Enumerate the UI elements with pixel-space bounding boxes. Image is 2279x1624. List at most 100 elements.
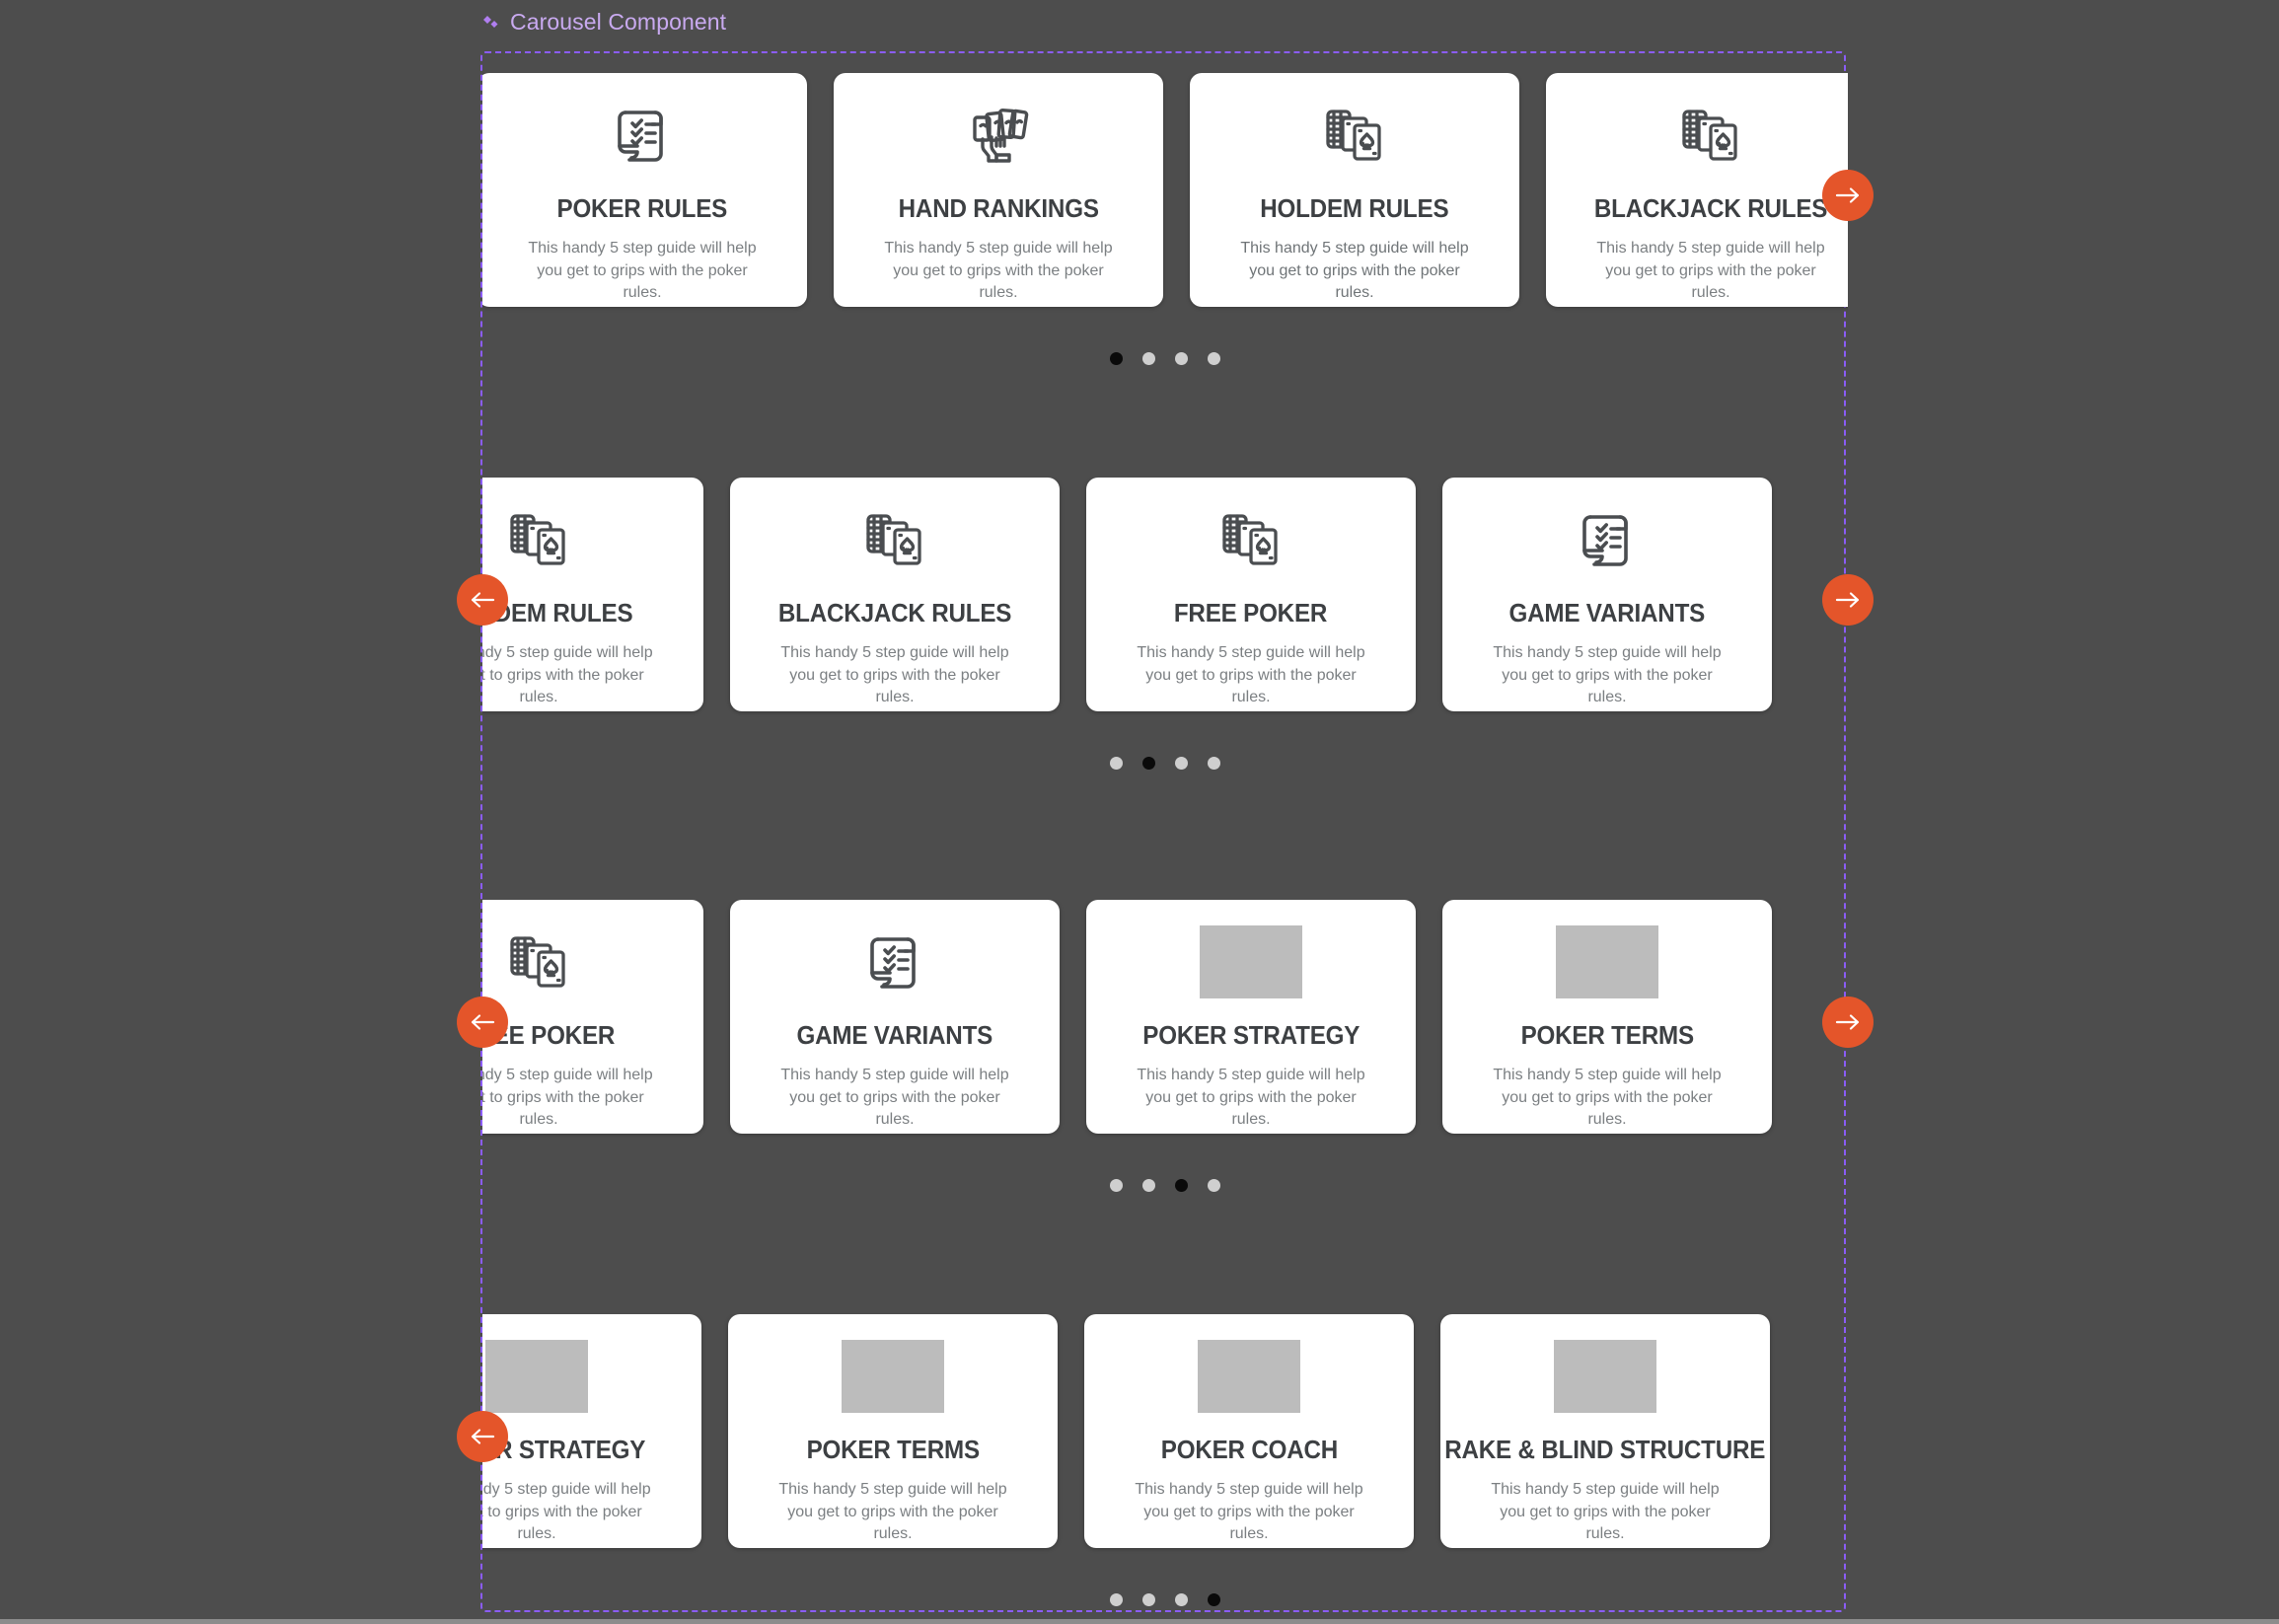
carousel-dots xyxy=(482,1593,1848,1606)
card-description: This handy 5 step guide will help you ge… xyxy=(1135,1481,1363,1543)
card-description: This handy 5 step guide will help you ge… xyxy=(1137,644,1365,706)
carousel-card[interactable]: POKER TERMS This handy 5 step guide will … xyxy=(1442,900,1772,1134)
carousel-dots xyxy=(482,352,1848,365)
carousel-card[interactable]: POKER RULES This handy 5 step guide will … xyxy=(482,73,807,307)
card-description: This handy 5 step guide will help you ge… xyxy=(482,1067,653,1129)
carousel-card[interactable]: GAME VARIANTS This handy 5 step guide wil… xyxy=(1442,478,1772,711)
card-media xyxy=(858,925,931,998)
card-title: GAME VARIANTS xyxy=(796,1020,993,1050)
carousel-card[interactable]: FREE POKER This handy 5 step guide will h… xyxy=(1086,478,1416,711)
carousel-card[interactable]: POKER STRATEGY This handy 5 step guide wi… xyxy=(1086,900,1416,1134)
hand-cards-icon xyxy=(973,109,1029,163)
image-placeholder xyxy=(485,1340,588,1413)
chips-cards-icon xyxy=(510,514,565,565)
card-media xyxy=(1554,1340,1656,1413)
carousel-card[interactable]: HOLDEM RULESThis handy 5 step guide will… xyxy=(482,478,703,711)
carousel-dot[interactable] xyxy=(1175,757,1188,770)
carousel-dot[interactable] xyxy=(1175,1179,1188,1192)
carousel-dot[interactable] xyxy=(1110,1593,1123,1606)
carousel-card[interactable]: BLACKJACK RULES This handy 5 step guide w… xyxy=(1546,73,1848,307)
carousel-card[interactable]: RAKE & BLIND STRUCTURE This handy 5 step … xyxy=(1440,1314,1770,1548)
carousel-card[interactable]: HOLDEM RULES This handy 5 step guide will… xyxy=(1190,73,1519,307)
carousel-dot[interactable] xyxy=(1142,1593,1155,1606)
card-media xyxy=(1200,925,1302,998)
card-description: This handy 5 step guide will help you ge… xyxy=(1491,1481,1720,1543)
card-description: This handy 5 step guide will help you ge… xyxy=(884,240,1113,302)
carousel-dot[interactable] xyxy=(1142,757,1155,770)
carousel-track[interactable]: POKER RULES This handy 5 step guide will … xyxy=(482,73,1848,317)
image-placeholder xyxy=(1198,1340,1300,1413)
carousel-next-button[interactable] xyxy=(1822,170,1874,221)
chips-cards-icon xyxy=(1682,110,1737,161)
card-media xyxy=(502,925,575,998)
card-title: FREE POKER xyxy=(1174,598,1328,627)
carousel-row: POKER RULES This handy 5 step guide will … xyxy=(482,73,1874,379)
carousel-track[interactable]: POKER STRATEGYThis handy 5 step guide wi… xyxy=(482,1314,1770,1558)
carousel-dot[interactable] xyxy=(1208,1179,1220,1192)
carousel-dot[interactable] xyxy=(1110,757,1123,770)
carousel-frame: POKER RULES This handy 5 step guide will … xyxy=(457,51,1874,1612)
chips-cards-icon xyxy=(1222,514,1278,565)
carousel-card[interactable]: POKER TERMS This handy 5 step guide will … xyxy=(728,1314,1058,1548)
arrow-left-icon xyxy=(470,1427,495,1446)
arrow-right-icon xyxy=(1835,590,1861,610)
arrow-right-icon xyxy=(1835,185,1861,205)
carousel-next-button[interactable] xyxy=(1822,574,1874,626)
carousel-card[interactable]: BLACKJACK RULES This handy 5 step guide w… xyxy=(730,478,1060,711)
card-title: HAND RANKINGS xyxy=(898,193,1099,223)
card-description: This handy 5 step guide will help you ge… xyxy=(1137,1067,1365,1129)
card-title: POKER TERMS xyxy=(806,1435,980,1464)
card-description-highlighted: This handy 5 step guide will help you ge… xyxy=(1240,240,1469,302)
carousel-dot[interactable] xyxy=(1208,1593,1220,1606)
carousel-card[interactable]: POKER STRATEGYThis handy 5 step guide wi… xyxy=(482,1314,701,1548)
image-placeholder xyxy=(842,1340,944,1413)
carousel-prev-button[interactable] xyxy=(457,1411,508,1462)
arrow-left-icon xyxy=(470,590,495,610)
card-media xyxy=(962,99,1035,172)
chips-cards-icon xyxy=(510,936,565,988)
carousel-prev-button[interactable] xyxy=(457,574,508,626)
carousel-card[interactable]: FREE POKERThis handy 5 step guide will h… xyxy=(482,900,703,1134)
carousel-next-button[interactable] xyxy=(1822,997,1874,1048)
carousel-dot[interactable] xyxy=(1110,1179,1123,1192)
carousel-prev-button[interactable] xyxy=(457,997,508,1048)
card-media xyxy=(842,1340,944,1413)
card-media xyxy=(1198,1340,1300,1413)
card-description: This handy 5 step guide will help you ge… xyxy=(482,1481,651,1543)
arrow-left-icon xyxy=(470,1012,495,1032)
carousel-card[interactable]: HAND RANKINGS This handy 5 step guide wil… xyxy=(834,73,1163,307)
carousel-track[interactable]: FREE POKERThis handy 5 step guide will h… xyxy=(482,900,1772,1144)
chips-cards-icon xyxy=(866,514,921,565)
card-media xyxy=(606,99,679,172)
scroll-checklist-icon xyxy=(870,937,916,989)
card-description: This handy 5 step guide will help you ge… xyxy=(780,644,1009,706)
carousel-dot[interactable] xyxy=(1142,352,1155,365)
image-placeholder xyxy=(1554,1340,1656,1413)
carousel-track[interactable]: HOLDEM RULESThis handy 5 step guide will… xyxy=(482,478,1772,721)
card-description: This handy 5 step guide will help you ge… xyxy=(482,644,653,706)
carousel-row: HOLDEM RULESThis handy 5 step guide will… xyxy=(457,478,1874,783)
carousel-dot[interactable] xyxy=(1175,352,1188,365)
image-placeholder xyxy=(1200,925,1302,998)
card-media xyxy=(1556,925,1658,998)
carousel-dot[interactable] xyxy=(1175,1593,1188,1606)
carousel-card[interactable]: POKER COACH This handy 5 step guide will … xyxy=(1084,1314,1414,1548)
carousel-dot[interactable] xyxy=(1208,757,1220,770)
card-media xyxy=(858,503,931,576)
card-title: BLACKJACK RULES xyxy=(777,598,1012,627)
scroll-checklist-icon xyxy=(618,111,663,162)
card-media xyxy=(1318,99,1391,172)
card-title: RAKE & BLIND STRUCTURE xyxy=(1444,1435,1766,1464)
card-media xyxy=(502,503,575,576)
carousel-dots xyxy=(482,1179,1848,1192)
carousel-dot[interactable] xyxy=(1142,1179,1155,1192)
card-title: POKER RULES xyxy=(556,193,728,223)
carousel-card[interactable]: GAME VARIANTS This handy 5 step guide wil… xyxy=(730,900,1060,1134)
card-description: This handy 5 step guide will help you ge… xyxy=(528,240,757,302)
card-title: POKER STRATEGY xyxy=(1142,1020,1360,1050)
card-title: BLACKJACK RULES xyxy=(1593,193,1828,223)
card-title: HOLDEM RULES xyxy=(1260,193,1449,223)
carousel-row: POKER STRATEGYThis handy 5 step guide wi… xyxy=(457,1314,1848,1620)
carousel-dot[interactable] xyxy=(1208,352,1220,365)
carousel-dot[interactable] xyxy=(1110,352,1123,365)
